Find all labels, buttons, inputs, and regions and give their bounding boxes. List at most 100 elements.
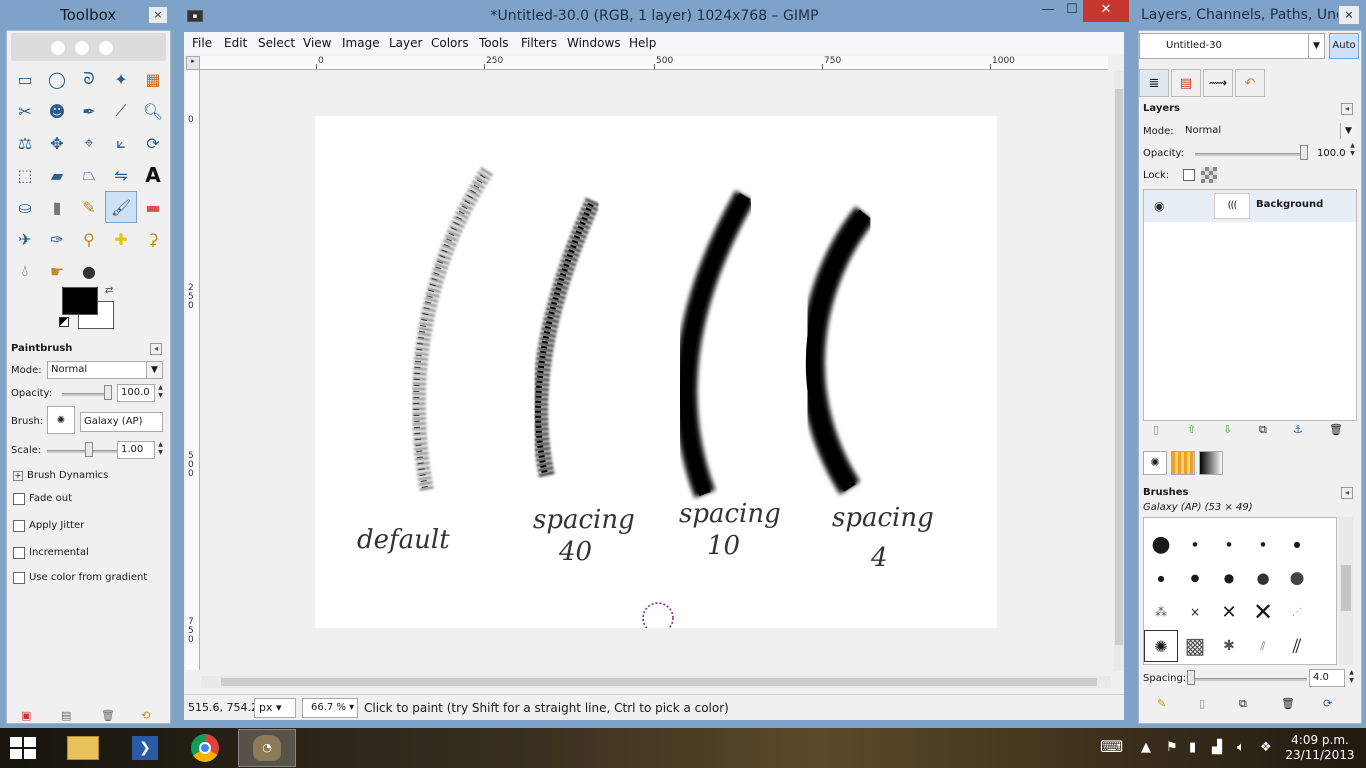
brush-dynamics-expander[interactable]: Brush Dynamics	[27, 470, 108, 481]
incremental-checkbox[interactable]	[13, 547, 25, 559]
wilber-drop-area[interactable]	[11, 33, 166, 61]
brush-name-field[interactable]: Galaxy (AP)	[80, 412, 163, 432]
mode-select[interactable]: Normal ▼	[47, 361, 163, 379]
brush-cell-selected[interactable]: ✺	[1144, 630, 1178, 662]
menu-colors[interactable]: Colors	[431, 36, 469, 50]
file-explorer-icon[interactable]	[54, 729, 112, 767]
toolbox-close-button[interactable]: ×	[148, 6, 168, 24]
paintbrush-icon[interactable]: 🖌︎	[105, 191, 137, 223]
action-center-icon[interactable]: ▮	[1189, 740, 1196, 755]
menu-image[interactable]: Image	[342, 36, 380, 50]
layer-row[interactable]: ◉ ((( Background	[1144, 190, 1356, 222]
close-button[interactable]: ✕	[1083, 0, 1129, 22]
brush-cell[interactable]: ●	[1246, 528, 1280, 560]
brushes-menu-icon[interactable]: ◂	[1341, 487, 1353, 499]
save-options-icon[interactable]: ▣	[21, 709, 31, 722]
tab-patterns-icon[interactable]	[1171, 451, 1195, 475]
edit-brush-icon[interactable]: ✎	[1157, 697, 1166, 710]
menu-tools[interactable]: Tools	[479, 36, 509, 50]
ink-icon[interactable]: ✑	[41, 223, 73, 255]
dodge-burn-icon[interactable]: ●	[73, 255, 105, 287]
windows-start-icon[interactable]	[10, 737, 38, 761]
brush-grid[interactable]: ● ● ● ● ● ● ● ● ● ● ⁂ × ✕ ✕ ⋰ ✺ ▩ ✱ ⫽ ⫽	[1143, 517, 1337, 665]
refresh-brushes-icon[interactable]: ⟳	[1323, 697, 1332, 710]
brush-cell[interactable]: ●	[1212, 528, 1246, 560]
opacity-input[interactable]: 100.0	[117, 384, 155, 402]
smudge-icon[interactable]: ☛	[41, 255, 73, 287]
clone-icon[interactable]: ⚲	[73, 223, 105, 255]
delete-options-icon[interactable]: 🗑︎	[101, 709, 115, 722]
horizontal-scrollbar[interactable]	[201, 676, 1111, 688]
brush-cell[interactable]: ●	[1280, 528, 1314, 560]
zoom-icon[interactable]: 🔍︎	[137, 95, 169, 127]
shear-icon[interactable]: ▰	[41, 159, 73, 191]
fade-out-checkbox[interactable]	[13, 493, 25, 505]
free-select-icon[interactable]: ᘐ	[73, 63, 105, 95]
layers-opacity-spinner[interactable]: ▲ ▼	[1348, 142, 1357, 160]
powershell-icon[interactable]: ❯	[116, 729, 174, 767]
spacing-slider-thumb[interactable]	[1187, 670, 1195, 685]
scale-slider[interactable]	[47, 450, 117, 453]
brush-cell[interactable]: ●	[1144, 528, 1178, 560]
brush-cell[interactable]: ●	[1246, 562, 1280, 594]
lock-pixels-checkbox[interactable]	[1183, 169, 1195, 181]
dock-close-button[interactable]: ×	[1338, 5, 1360, 25]
duplicate-brush-icon[interactable]: ⧉	[1239, 697, 1247, 711]
text-icon[interactable]: A	[137, 159, 169, 191]
dropbox-icon[interactable]: ❖	[1260, 740, 1272, 755]
zoom-select[interactable]: 66.7 % ▾	[302, 698, 358, 718]
new-brush-icon[interactable]: ▯	[1199, 697, 1205, 710]
menu-help[interactable]: Help	[629, 36, 656, 50]
chrome-icon[interactable]	[176, 729, 234, 767]
brush-cell[interactable]: ●	[1178, 562, 1212, 594]
layers-opacity-value[interactable]: 100.0	[1317, 148, 1346, 159]
layer-name[interactable]: Background	[1256, 199, 1323, 210]
pencil-icon[interactable]: ✎	[73, 191, 105, 223]
tab-undo-icon[interactable]: ↶	[1235, 69, 1265, 97]
lower-layer-icon[interactable]: ⇩	[1223, 423, 1232, 436]
brush-cell[interactable]: ⫽	[1246, 630, 1280, 662]
dock-title[interactable]: Layers, Channels, Paths, Und...	[1141, 7, 1358, 23]
scissors-icon[interactable]: ✂	[9, 95, 41, 127]
tab-layers-icon[interactable]: ≣	[1139, 69, 1169, 97]
reset-colors-icon[interactable]	[59, 317, 69, 327]
delete-brush-icon[interactable]: 🗑︎	[1281, 697, 1295, 710]
perspective-icon[interactable]: ⏢	[73, 159, 105, 191]
airbrush-icon[interactable]: ✈	[9, 223, 41, 255]
image-selector[interactable]: Untitled-30 ▼	[1139, 33, 1325, 59]
image-window-titlebar[interactable]: ▪ *Untitled-30.0 (RGB, 1 layer) 1024x768…	[177, 0, 1132, 32]
horizontal-ruler[interactable]: 0 250 500 750 1000	[200, 56, 1108, 70]
anchor-layer-icon[interactable]: ⚓︎	[1293, 423, 1303, 436]
layers-mode-select[interactable]: Normal ▼	[1181, 122, 1357, 140]
foreground-color-swatch[interactable]	[62, 287, 98, 315]
paths-icon[interactable]: ✒	[73, 95, 105, 127]
unit-select[interactable]: px ▾	[254, 698, 296, 718]
fuzzy-select-icon[interactable]: ✦	[105, 63, 137, 95]
bucket-fill-icon[interactable]: ⛀	[9, 191, 41, 223]
crop-icon[interactable]: ⟀	[105, 127, 137, 159]
brush-cell[interactable]: ●	[1212, 562, 1246, 594]
apply-jitter-checkbox[interactable]	[13, 520, 25, 532]
menu-layer[interactable]: Layer	[389, 36, 422, 50]
measure-icon[interactable]: ⚖	[9, 127, 41, 159]
tab-channels-icon[interactable]: ▤	[1171, 69, 1201, 97]
eye-icon[interactable]: ◉	[1154, 199, 1168, 213]
layer-list[interactable]: ◉ ((( Background	[1143, 189, 1357, 421]
lock-alpha-icon[interactable]	[1201, 167, 1217, 183]
scale-icon[interactable]: ⬚	[9, 159, 41, 191]
opacity-slider-thumb[interactable]	[104, 385, 112, 400]
blur-icon[interactable]: 💧︎	[9, 255, 41, 287]
brush-cell[interactable]: ●	[1178, 528, 1212, 560]
color-picker-icon[interactable]: ⟋	[105, 95, 137, 127]
brush-cell[interactable]: ⫽	[1280, 630, 1314, 662]
brush-cell[interactable]: ⁂	[1144, 596, 1178, 628]
use-color-gradient-checkbox[interactable]	[13, 572, 25, 584]
raise-layer-icon[interactable]: ⇧	[1187, 423, 1196, 436]
menu-select[interactable]: Select	[258, 36, 295, 50]
new-layer-icon[interactable]: ▯	[1153, 423, 1159, 436]
delete-layer-icon[interactable]: 🗑︎	[1329, 423, 1343, 436]
rotate-icon[interactable]: ⟳	[137, 127, 169, 159]
tab-gradients-icon[interactable]	[1199, 451, 1223, 475]
menu-file[interactable]: File	[192, 36, 212, 50]
menu-windows[interactable]: Windows	[567, 36, 621, 50]
